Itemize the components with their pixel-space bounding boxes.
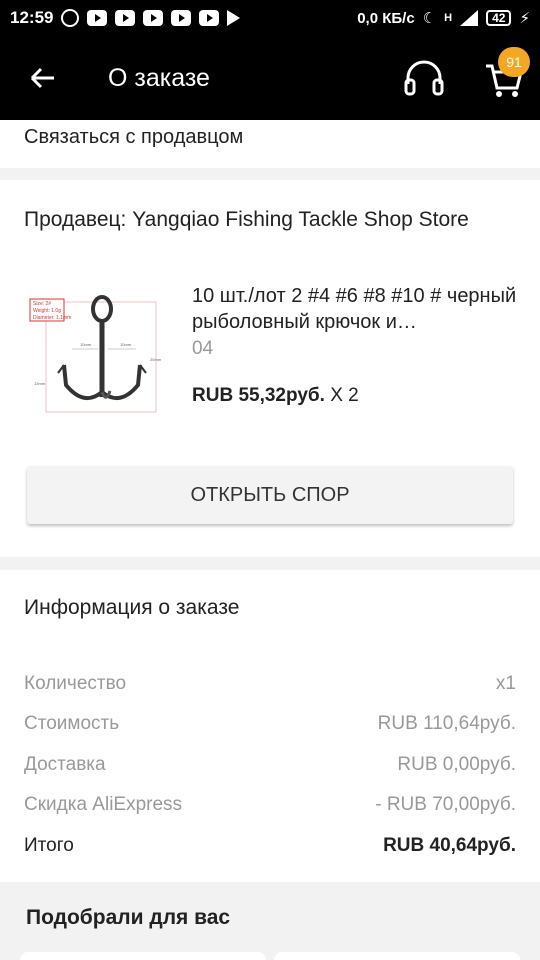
row-value: RUB 110,64руб. xyxy=(377,713,516,734)
product-price-line: RUB 55,32руб. X 2 xyxy=(192,385,359,407)
image-dim-2: 10mm xyxy=(120,342,132,347)
recommendations-title: Подобрали для вас xyxy=(26,906,231,929)
battery-icon: 42 xyxy=(486,10,512,26)
image-dim-3: 20mm xyxy=(150,357,162,362)
seller-name[interactable]: Продавец: Yangqiao Fishing Tackle Shop S… xyxy=(24,208,469,232)
order-row-total: Итого RUB 40,64руб. xyxy=(24,835,516,857)
row-label: Скидка AliExpress xyxy=(24,794,183,815)
status-right: 0,0 КБ/с ☾ H 42 ⚡ xyxy=(357,9,530,28)
order-info-title: Информация о заказе xyxy=(24,596,240,619)
arrow-left-icon xyxy=(30,67,54,89)
image-dim-1: 10mm xyxy=(80,342,92,347)
order-info-card: Информация о заказе Количество x1 Стоимо… xyxy=(0,570,540,882)
youtube-icon xyxy=(115,10,136,26)
product-price: RUB 55,32руб. xyxy=(192,385,325,406)
order-row-quantity: Количество x1 xyxy=(24,673,516,695)
recommendation-card[interactable] xyxy=(20,952,266,960)
back-button[interactable] xyxy=(0,36,84,120)
row-label: Количество xyxy=(24,673,127,694)
product-variant: 04 xyxy=(192,338,214,359)
row-value: RUB 0,00руб. xyxy=(397,754,516,775)
moon-icon: ☾ xyxy=(422,10,437,27)
notification-icons xyxy=(61,9,241,27)
recommendation-card[interactable] xyxy=(274,952,520,960)
open-dispute-button[interactable]: ОТКРЫТЬ СПОР xyxy=(27,466,513,524)
row-label: Итого xyxy=(24,835,74,856)
signal-type: H xyxy=(444,12,453,24)
order-row-cost: Стоимость RUB 110,64руб. xyxy=(24,713,516,735)
cart-badge: 91 xyxy=(498,47,530,77)
youtube-icon xyxy=(87,10,108,26)
product-title[interactable]: 10 шт./лот 2 #4 #6 #8 #10 # черный рыбол… xyxy=(192,283,517,335)
row-value: - RUB 70,00руб. xyxy=(375,794,516,815)
status-time: 12:59 xyxy=(10,8,54,27)
order-row-discount: Скидка AliExpress - RUB 70,00руб. xyxy=(24,794,516,816)
row-label: Доставка xyxy=(24,754,106,775)
signal-icon xyxy=(460,10,479,26)
row-value: x1 xyxy=(495,673,516,694)
order-row-shipping: Доставка RUB 0,00руб. xyxy=(24,754,516,776)
status-bar: 12:59 0,0 КБ/с ☾ H 42 ⚡ xyxy=(0,0,540,36)
image-size-label: Size: 2# xyxy=(33,301,51,307)
network-speed: 0,0 КБ/с xyxy=(357,9,415,27)
charging-icon: ⚡ xyxy=(519,10,530,27)
whatsapp-icon xyxy=(61,9,80,27)
image-diameter-label: Diameter: 1.1mm xyxy=(33,315,71,321)
page-title: О заказе xyxy=(108,63,210,92)
row-value: RUB 40,64руб. xyxy=(383,835,516,856)
product-image[interactable]: Size: 2# Weight: 1.0g Diameter: 1.1mm 10… xyxy=(24,287,170,433)
row-label: Стоимость xyxy=(24,713,120,734)
product-card: Продавец: Yangqiao Fishing Tackle Shop S… xyxy=(0,180,540,557)
image-dim-4: 13mm xyxy=(34,381,46,386)
play-store-icon xyxy=(227,10,241,26)
image-weight-label: Weight: 1.0g xyxy=(33,308,61,314)
app-bar: О заказе 91 xyxy=(0,36,540,120)
youtube-icon xyxy=(143,10,164,26)
product-quantity: X 2 xyxy=(330,385,359,406)
youtube-icon xyxy=(199,10,220,26)
headset-icon[interactable] xyxy=(402,58,446,98)
youtube-icon xyxy=(171,10,192,26)
contact-seller-link[interactable]: Связаться с продавцом xyxy=(0,120,540,168)
